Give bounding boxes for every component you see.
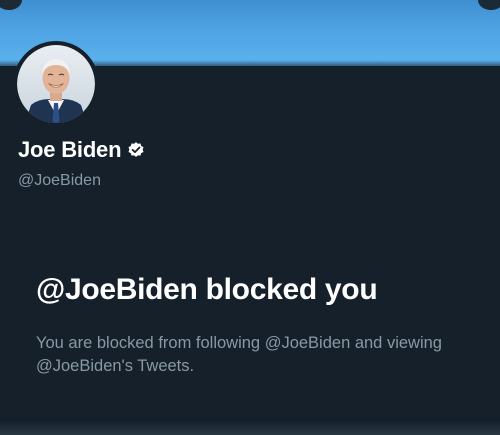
verified-badge-icon	[127, 141, 145, 159]
blocked-title: @JoeBiden blocked you	[36, 273, 378, 306]
bottom-edge	[0, 421, 500, 435]
profile-handle: @JoeBiden	[18, 172, 101, 189]
profile-name-row: Joe Biden	[18, 137, 145, 163]
profile-photo	[17, 45, 95, 123]
avatar[interactable]	[13, 41, 99, 127]
profile-page: Joe Biden @JoeBiden @JoeBiden blocked yo…	[0, 0, 500, 435]
profile-name: Joe Biden	[18, 137, 122, 162]
blocked-description: You are blocked from following @JoeBiden…	[36, 334, 442, 375]
